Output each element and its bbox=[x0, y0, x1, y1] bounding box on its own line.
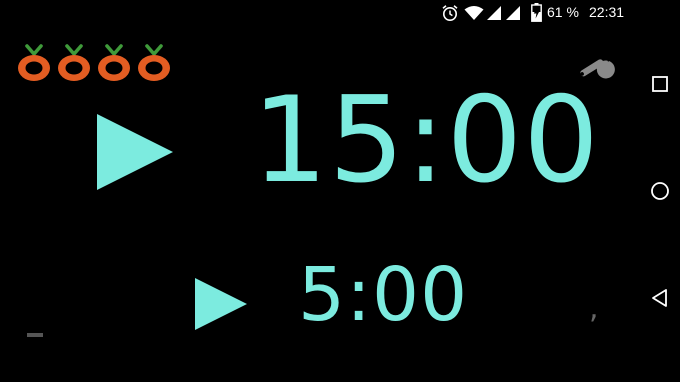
home-icon bbox=[651, 182, 669, 200]
back-icon bbox=[652, 289, 667, 307]
screen: 61 % 22:31 15:00 5:00 , bbox=[0, 0, 680, 382]
home-button[interactable] bbox=[640, 171, 680, 211]
navigation-bar bbox=[640, 0, 680, 382]
start-break-timer-button[interactable] bbox=[195, 278, 247, 330]
status-clock: 22:31 bbox=[589, 4, 625, 20]
tomato-icon bbox=[58, 44, 90, 81]
back-button[interactable] bbox=[640, 278, 680, 318]
comma-mark: , bbox=[589, 291, 599, 326]
decrease-mark[interactable] bbox=[27, 333, 43, 337]
recent-apps-button[interactable] bbox=[640, 64, 680, 104]
tomato-icon bbox=[98, 44, 130, 81]
start-work-timer-button[interactable] bbox=[97, 114, 173, 190]
wifi-icon bbox=[464, 6, 484, 20]
work-timer-display: 15:00 bbox=[252, 72, 600, 210]
tomato-icon bbox=[138, 44, 170, 81]
battery-charging-icon bbox=[531, 3, 542, 22]
signal-icon bbox=[487, 6, 501, 20]
status-bar: 61 % 22:31 bbox=[0, 0, 659, 31]
battery-percent: 61 % bbox=[547, 4, 579, 20]
signal-icon bbox=[506, 6, 520, 20]
alarm-icon bbox=[442, 5, 458, 21]
recent-apps-icon bbox=[652, 76, 668, 92]
break-timer-display: 5:00 bbox=[298, 252, 469, 338]
tomato-icon bbox=[18, 44, 50, 81]
